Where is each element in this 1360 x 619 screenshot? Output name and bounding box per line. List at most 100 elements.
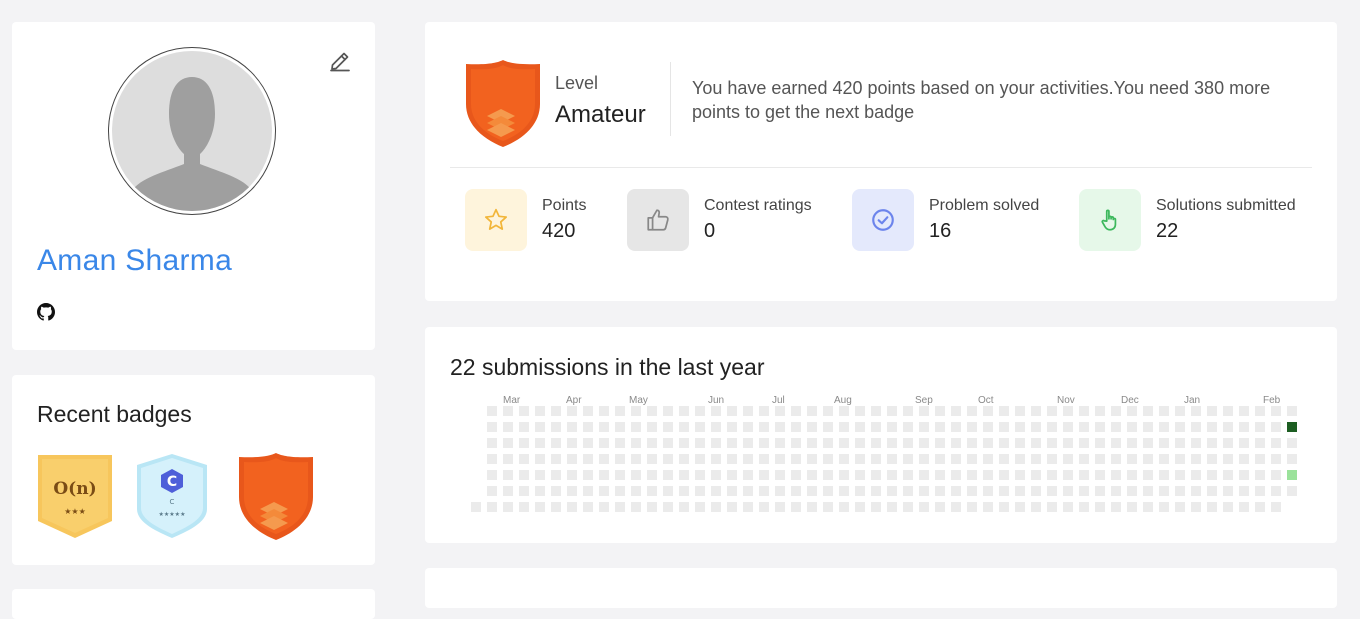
heatmap-cell[interactable] <box>791 502 801 512</box>
heatmap-cell[interactable] <box>503 454 513 464</box>
heatmap-cell[interactable] <box>919 406 929 416</box>
heatmap-cell[interactable] <box>1063 438 1073 448</box>
heatmap-cell[interactable] <box>1031 502 1041 512</box>
heatmap-cell[interactable] <box>1111 454 1121 464</box>
heatmap-cell[interactable] <box>1175 502 1185 512</box>
heatmap-cell[interactable] <box>871 406 881 416</box>
heatmap-cell[interactable] <box>599 470 609 480</box>
heatmap-cell[interactable] <box>839 470 849 480</box>
heatmap-cell[interactable] <box>983 406 993 416</box>
heatmap-cell[interactable] <box>967 470 977 480</box>
heatmap-cell[interactable] <box>935 470 945 480</box>
heatmap-cell[interactable] <box>727 406 737 416</box>
heatmap-cell[interactable] <box>919 486 929 496</box>
heatmap-cell[interactable] <box>967 406 977 416</box>
heatmap-cell[interactable] <box>1271 422 1281 432</box>
heatmap-cell[interactable] <box>791 438 801 448</box>
heatmap-cell[interactable] <box>1239 422 1249 432</box>
github-icon[interactable] <box>37 303 55 321</box>
heatmap-cell[interactable] <box>1271 454 1281 464</box>
heatmap-cell[interactable] <box>663 470 673 480</box>
heatmap-cell[interactable] <box>727 454 737 464</box>
heatmap-cell[interactable] <box>663 422 673 432</box>
heatmap-cell[interactable] <box>679 406 689 416</box>
heatmap-cell[interactable] <box>951 486 961 496</box>
heatmap-cell[interactable] <box>1175 454 1185 464</box>
heatmap-cell[interactable] <box>1031 422 1041 432</box>
heatmap-cell[interactable] <box>1111 438 1121 448</box>
heatmap-cell[interactable] <box>487 422 497 432</box>
heatmap-cell[interactable] <box>583 406 593 416</box>
heatmap-cell[interactable] <box>1271 486 1281 496</box>
heatmap-cell[interactable] <box>1239 438 1249 448</box>
heatmap-cell[interactable] <box>711 406 721 416</box>
heatmap-cell[interactable] <box>871 422 881 432</box>
heatmap-cell[interactable] <box>1031 454 1041 464</box>
heatmap-cell[interactable] <box>631 454 641 464</box>
heatmap-cell[interactable] <box>999 470 1009 480</box>
heatmap-cell[interactable] <box>759 486 769 496</box>
heatmap-cell[interactable] <box>647 406 657 416</box>
heatmap-cell[interactable] <box>1143 438 1153 448</box>
heatmap-cell[interactable] <box>1223 422 1233 432</box>
heatmap-cell[interactable] <box>1255 438 1265 448</box>
heatmap-cell[interactable] <box>823 406 833 416</box>
heatmap-cell[interactable] <box>887 502 897 512</box>
heatmap-cell[interactable] <box>631 438 641 448</box>
heatmap-cell[interactable] <box>1111 486 1121 496</box>
heatmap-cell[interactable] <box>727 438 737 448</box>
heatmap-cell[interactable] <box>1095 438 1105 448</box>
heatmap-cell[interactable] <box>743 486 753 496</box>
heatmap-cell[interactable] <box>951 438 961 448</box>
heatmap-cell[interactable] <box>775 422 785 432</box>
heatmap-cell[interactable] <box>1191 470 1201 480</box>
heatmap-cell[interactable] <box>967 454 977 464</box>
heatmap-cell[interactable] <box>903 438 913 448</box>
heatmap-cell[interactable] <box>967 486 977 496</box>
heatmap-cell[interactable] <box>743 406 753 416</box>
heatmap-cell[interactable] <box>535 438 545 448</box>
heatmap-cell[interactable] <box>855 422 865 432</box>
heatmap-cell[interactable] <box>615 486 625 496</box>
heatmap-cell[interactable] <box>1143 486 1153 496</box>
heatmap-cell[interactable] <box>1063 486 1073 496</box>
heatmap-cell[interactable] <box>471 502 481 512</box>
heatmap-cell[interactable] <box>759 470 769 480</box>
heatmap-cell[interactable] <box>1223 502 1233 512</box>
heatmap-cell[interactable] <box>1143 454 1153 464</box>
heatmap-cell[interactable] <box>983 438 993 448</box>
heatmap-cell[interactable] <box>1031 486 1041 496</box>
heatmap-cell[interactable] <box>935 502 945 512</box>
heatmap-cell[interactable] <box>1127 470 1137 480</box>
heatmap-cell[interactable] <box>567 438 577 448</box>
heatmap-cell[interactable] <box>1191 454 1201 464</box>
heatmap-cell[interactable] <box>855 502 865 512</box>
heatmap-cell[interactable] <box>567 502 577 512</box>
heatmap-cell[interactable] <box>887 438 897 448</box>
heatmap-cell[interactable] <box>1015 454 1025 464</box>
heatmap-cell[interactable] <box>1079 406 1089 416</box>
heatmap-cell[interactable] <box>1063 502 1073 512</box>
heatmap-cell[interactable] <box>551 438 561 448</box>
heatmap-cell[interactable] <box>1207 486 1217 496</box>
heatmap-cell[interactable] <box>1047 454 1057 464</box>
heatmap-cell[interactable] <box>983 470 993 480</box>
heatmap-cell[interactable] <box>695 502 705 512</box>
heatmap-cell[interactable] <box>1015 422 1025 432</box>
heatmap-cell[interactable] <box>1015 438 1025 448</box>
heatmap-cell[interactable] <box>871 470 881 480</box>
heatmap-cell[interactable] <box>551 422 561 432</box>
heatmap-cell[interactable] <box>1015 486 1025 496</box>
heatmap-cell[interactable] <box>1127 422 1137 432</box>
heatmap-cell[interactable] <box>903 470 913 480</box>
heatmap-cell[interactable] <box>1191 502 1201 512</box>
heatmap-cell[interactable] <box>743 422 753 432</box>
heatmap-cell[interactable] <box>727 486 737 496</box>
heatmap-cell[interactable] <box>983 454 993 464</box>
heatmap-cell[interactable] <box>711 438 721 448</box>
heatmap-cell[interactable] <box>839 406 849 416</box>
c-language-badge[interactable]: C C ★★★★★ <box>136 453 208 544</box>
heatmap-cell[interactable] <box>887 454 897 464</box>
heatmap-cell[interactable] <box>1159 438 1169 448</box>
heatmap-cell[interactable] <box>1079 486 1089 496</box>
